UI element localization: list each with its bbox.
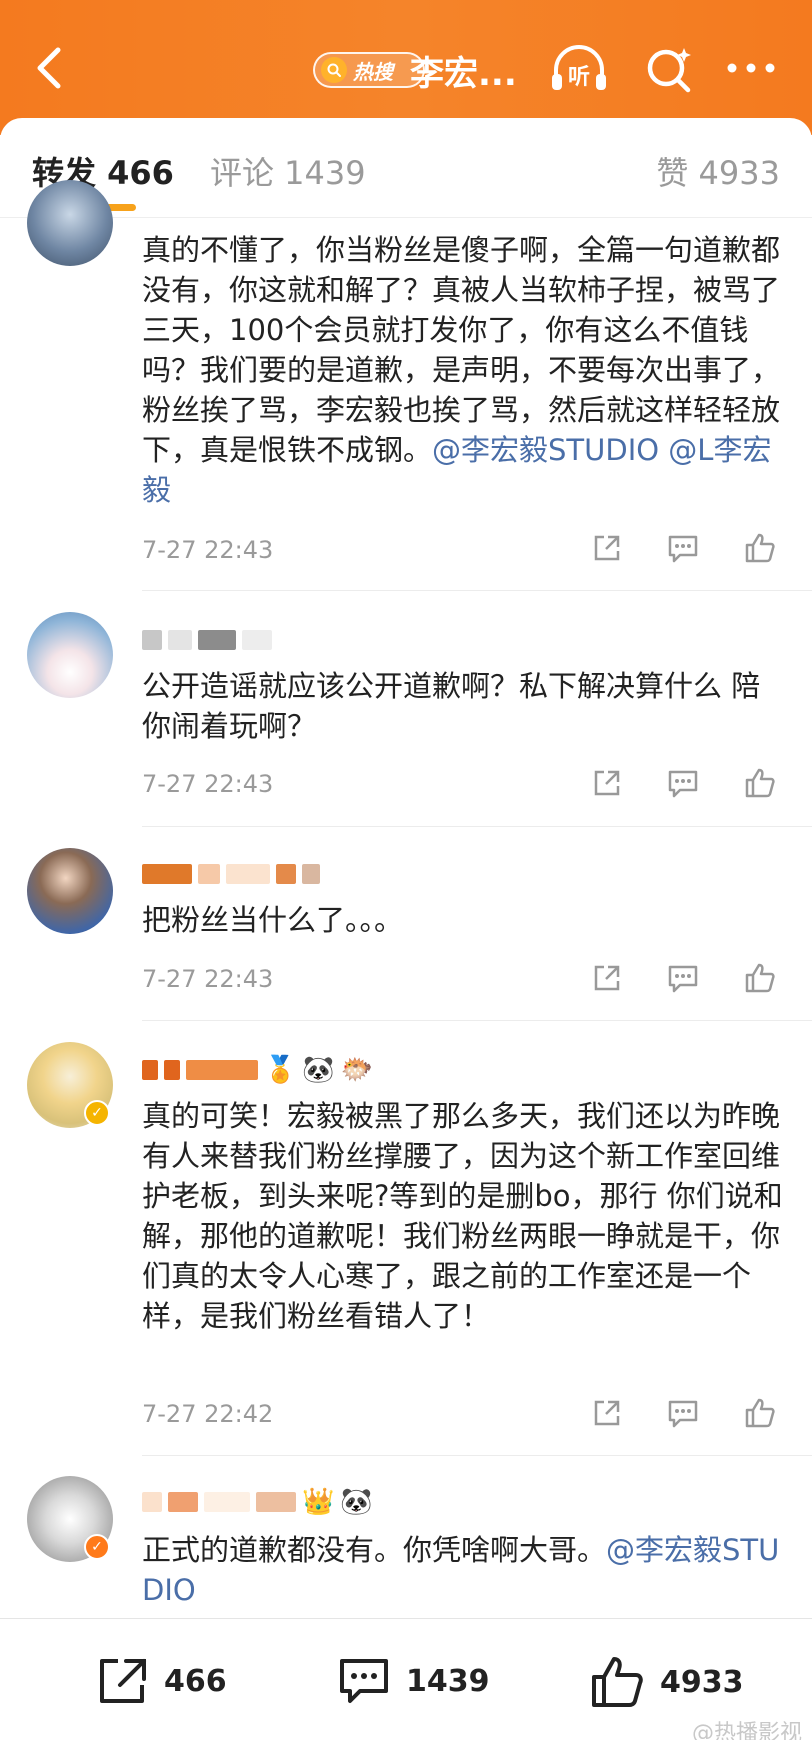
fish-icon: 🐡	[340, 1055, 374, 1085]
like-icon[interactable]	[743, 961, 777, 995]
share-icon[interactable]	[590, 766, 624, 800]
comment-button[interactable]: 1439	[336, 1655, 490, 1707]
username[interactable]: 🏅 🐼 🐡	[142, 1055, 374, 1085]
comment-text: 真的不懂了，你当粉丝是傻子啊，全篇一句道歉都没有，你这就和解了？真被人当软柿子捏…	[142, 233, 781, 507]
divider	[142, 590, 812, 591]
bottom-action-bar: 466 1439 4933 @热播影视	[0, 1618, 812, 1740]
search-icon	[321, 57, 347, 83]
repost-button[interactable]: 466	[96, 1655, 227, 1707]
timestamp: 7-27 22:43	[142, 965, 274, 993]
like-icon[interactable]	[743, 531, 777, 565]
comment-icon[interactable]	[666, 961, 700, 995]
tab-like[interactable]: 赞 4933	[656, 148, 780, 194]
verified-badge-icon: ✓	[84, 1534, 110, 1560]
comment-text: 正式的道歉都没有。你凭啥啊大哥。@李宏毅STUDIO	[142, 1533, 780, 1607]
avatar[interactable]	[27, 612, 113, 698]
listen-label: 听	[568, 65, 590, 90]
share-icon	[100, 1659, 146, 1703]
avatar[interactable]	[27, 848, 113, 934]
panda-icon: 🐼	[302, 1055, 335, 1085]
comment-icon[interactable]	[666, 531, 700, 565]
more-options-icon[interactable]	[724, 58, 778, 78]
panda-icon: 🐼	[340, 1487, 373, 1517]
comment-icon[interactable]	[666, 1396, 700, 1430]
top-header: 热搜 李宏... 听	[0, 0, 812, 135]
verified-badge-icon: ✓	[84, 1100, 110, 1126]
divider	[142, 826, 812, 827]
tab-comment[interactable]: 评论 1439	[210, 148, 366, 194]
like-icon	[592, 1657, 643, 1707]
repost-count: 466	[164, 1663, 227, 1699]
listen-headphones-icon[interactable]: 听	[548, 44, 610, 96]
search-sparkle-icon[interactable]	[644, 44, 694, 94]
like-icon[interactable]	[743, 1396, 777, 1430]
hot-search-label: 热搜	[353, 59, 393, 84]
username[interactable]	[142, 862, 320, 886]
watermark: @热播影视	[691, 1721, 802, 1740]
like-icon[interactable]	[743, 766, 777, 800]
timestamp: 7-27 22:42	[142, 1400, 274, 1428]
comment-icon	[340, 1659, 388, 1703]
fan-badge-icon: 🏅	[264, 1055, 297, 1085]
comment-text: 真的可笑！宏毅被黑了那么多天，我们还以为昨晚有人来替我们粉丝撑腰了，因为这个新工…	[142, 1099, 783, 1333]
username[interactable]: 👑 🐼	[142, 1487, 373, 1517]
timestamp: 7-27 22:43	[142, 770, 274, 798]
crown-badge-icon: 👑	[302, 1487, 335, 1517]
avatar[interactable]	[27, 180, 113, 266]
divider	[142, 1020, 812, 1021]
comment-icon[interactable]	[666, 766, 700, 800]
comment-count: 1439	[406, 1663, 490, 1699]
timestamp: 7-27 22:43	[142, 536, 274, 564]
share-icon[interactable]	[590, 531, 624, 565]
comment-text: 把粉丝当什么了。。。	[142, 903, 404, 937]
back-arrow-icon[interactable]	[30, 44, 70, 92]
share-icon[interactable]	[590, 1396, 624, 1430]
divider	[142, 1455, 812, 1456]
like-button[interactable]: 4933	[590, 1655, 744, 1709]
tab-bar: 转发 466 评论 1439 赞 4933	[0, 118, 812, 218]
hot-search-badge[interactable]: 热搜	[313, 52, 425, 88]
username[interactable]	[142, 628, 272, 652]
page-title: 李宏...	[410, 54, 517, 94]
comment-text: 公开造谣就应该公开道歉啊？私下解决算什么 陪你闹着玩啊？	[142, 669, 761, 743]
like-count: 4933	[660, 1664, 744, 1700]
share-icon[interactable]	[590, 961, 624, 995]
